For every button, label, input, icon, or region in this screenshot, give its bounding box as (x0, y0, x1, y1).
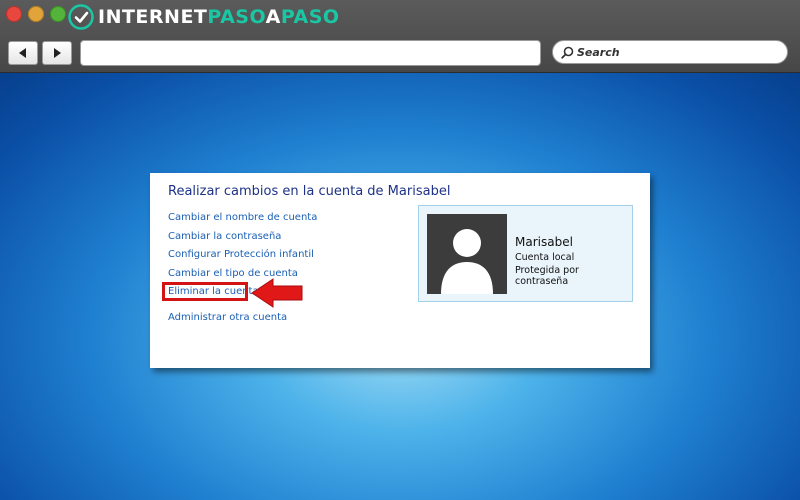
account-settings-panel: Realizar cambios en la cuenta de Marisab… (150, 173, 650, 368)
highlight-box (162, 282, 248, 301)
site-logo: INTERNETPASOAPASO (68, 3, 340, 31)
panel-title: Realizar cambios en la cuenta de Marisab… (168, 184, 451, 199)
account-card: Marisabel Cuenta local Protegida por con… (418, 205, 633, 302)
address-bar[interactable] (80, 40, 541, 66)
manage-another-account-link[interactable]: Administrar otra cuenta (168, 312, 287, 323)
desktop-background: Realizar cambios en la cuenta de Marisab… (0, 73, 800, 500)
account-name: Marisabel (515, 235, 573, 249)
user-silhouette-icon (441, 229, 493, 294)
site-name: INTERNETPASOAPASO (98, 6, 340, 28)
minimize-window-button[interactable] (28, 6, 44, 22)
arrow-left-icon (19, 48, 26, 58)
parental-controls-link[interactable]: Configurar Protección infantil (168, 249, 314, 260)
arrow-right-icon (54, 48, 61, 58)
change-account-name-link[interactable]: Cambiar el nombre de cuenta (168, 212, 317, 223)
brand-part-2: PASO (207, 6, 266, 28)
brand-part-3: A (265, 6, 281, 28)
search-icon (561, 46, 574, 59)
change-password-link[interactable]: Cambiar la contraseña (168, 231, 281, 242)
logo-badge-icon (68, 4, 94, 30)
avatar (427, 214, 507, 294)
forward-button[interactable] (42, 41, 72, 65)
account-protection: Protegida por contraseña (515, 265, 579, 287)
browser-chrome: INTERNETPASOAPASO Search (0, 0, 800, 73)
account-type: Cuenta local (515, 252, 575, 263)
window-controls (6, 6, 66, 22)
close-window-button[interactable] (6, 6, 22, 22)
search-input[interactable]: Search (552, 40, 788, 64)
back-button[interactable] (8, 41, 38, 65)
brand-part-4: PASO (280, 6, 340, 28)
maximize-window-button[interactable] (50, 6, 66, 22)
brand-part-1: INTERNET (98, 6, 208, 28)
pointer-arrow-icon (251, 278, 303, 308)
search-placeholder: Search (577, 45, 620, 59)
